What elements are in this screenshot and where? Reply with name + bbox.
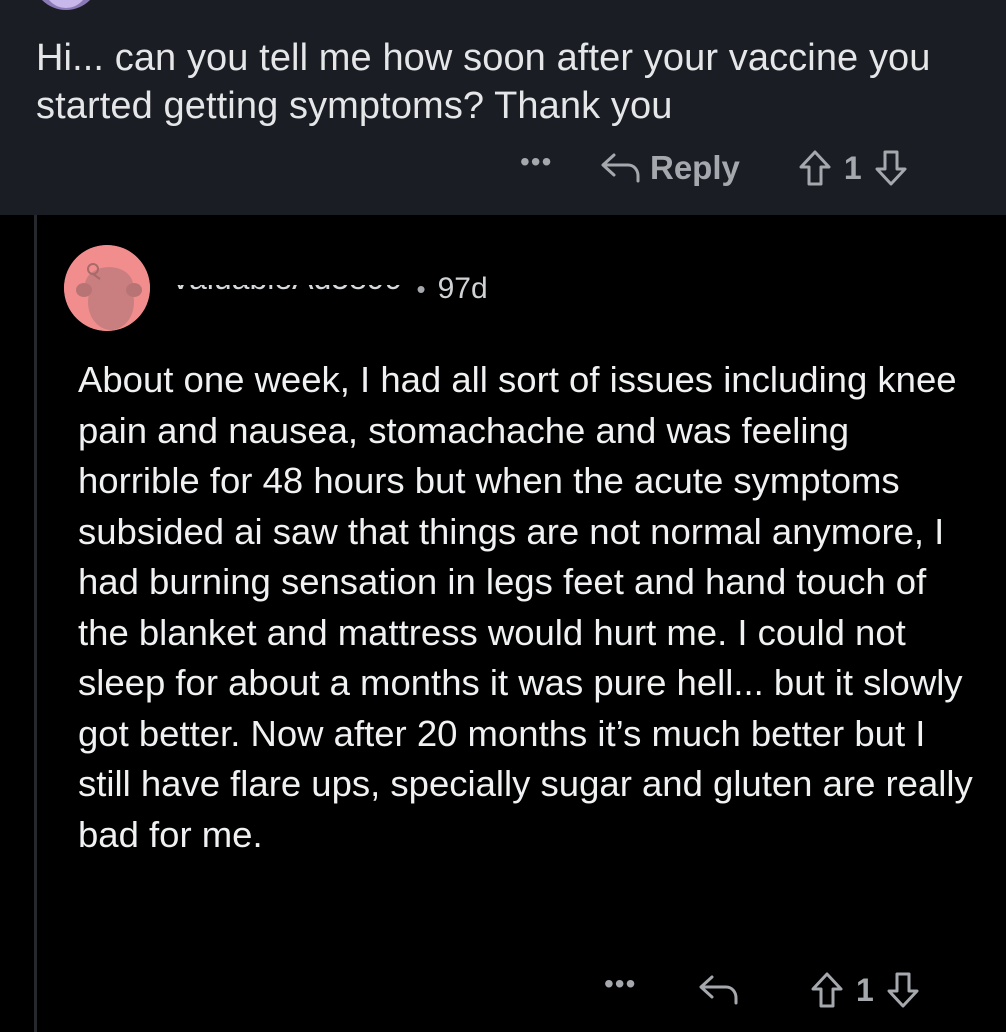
avatar-icon — [49, 0, 83, 8]
reply-button[interactable] — [698, 974, 740, 1006]
thread-line[interactable] — [34, 215, 37, 1032]
upvote-arrow-icon[interactable] — [810, 971, 844, 1009]
reply-comment-text: About one week, I had all sort of issues… — [78, 359, 973, 855]
reply-button[interactable]: Reply — [600, 149, 740, 187]
vote-count: 1 — [843, 149, 862, 186]
meta-separator: • — [416, 273, 426, 304]
reply-comment-actions: ••• 1 — [604, 964, 920, 1016]
reply-meta: ValuableAd5899 • 97d — [170, 266, 488, 312]
vote-controls: 1 — [798, 149, 908, 187]
more-options-button[interactable]: ••• — [604, 970, 648, 998]
parent-comment-actions: ••• Reply 1 — [520, 142, 908, 194]
parent-comment: Hi... can you tell me how soon after you… — [0, 0, 1006, 215]
reply-arrow-icon — [698, 974, 740, 1006]
downvote-arrow-icon[interactable] — [886, 971, 920, 1009]
upvote-arrow-icon[interactable] — [798, 149, 832, 187]
downvote-arrow-icon[interactable] — [874, 149, 908, 187]
vote-controls: 1 — [810, 971, 920, 1009]
reply-age: 97d — [437, 272, 488, 305]
parent-comment-text: Hi... can you tell me how soon after you… — [36, 37, 931, 127]
reply-author-avatar[interactable] — [64, 245, 150, 331]
reply-username[interactable]: ValuableAd5899 — [170, 285, 403, 305]
reply-label: Reply — [650, 149, 740, 186]
vote-count: 1 — [856, 971, 874, 1008]
snoo-avatar-icon — [64, 245, 150, 331]
parent-avatar[interactable] — [32, 0, 100, 10]
reply-arrow-icon — [600, 152, 642, 184]
more-options-button[interactable]: ••• — [520, 148, 564, 176]
